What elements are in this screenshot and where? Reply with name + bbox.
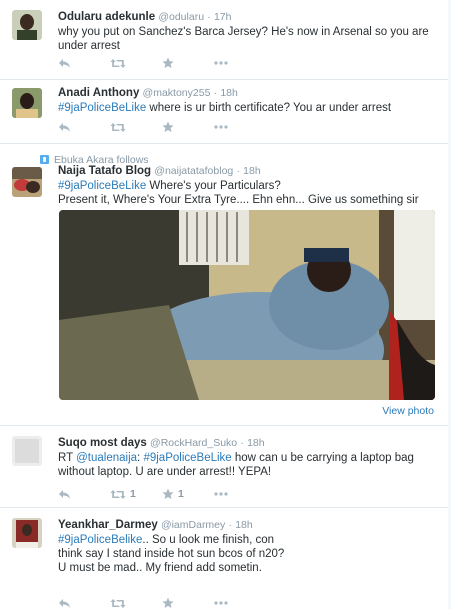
tweet-text: RT @tualenaija: #9jaPoliceBeLike how can… <box>58 451 438 479</box>
author-name[interactable]: Suqo most days <box>58 437 147 449</box>
separator: · <box>240 437 244 449</box>
reply-button[interactable] <box>58 120 110 134</box>
view-photo-link[interactable]: View photo <box>382 405 434 417</box>
more-icon <box>214 492 228 496</box>
favorite-button[interactable]: 1 <box>162 487 214 501</box>
separator: · <box>213 87 218 99</box>
author-handle[interactable]: @maktony255 <box>143 87 211 99</box>
favorite-icon <box>162 597 174 608</box>
avatar[interactable] <box>12 88 42 118</box>
retweet-count: 1 <box>130 488 136 500</box>
author-handle[interactable]: @RockHard_Suko <box>150 437 237 449</box>
tweet-body-line: Present it, Where's Your Extra Tyre.... … <box>58 194 419 206</box>
favorite-button[interactable] <box>162 120 214 134</box>
tweet-text: #9jaPoliceBeLike Where's your Particular… <box>58 179 438 207</box>
author-handle[interactable]: @iamDarmey <box>161 519 225 531</box>
tweet-text: #9jaPoliceBelike.. So u look me finish, … <box>58 533 293 575</box>
retweet-button[interactable] <box>110 56 162 70</box>
colon: : <box>137 452 141 464</box>
separator: · <box>236 165 240 177</box>
tweet-item[interactable]: Yeankhar_Darmey @iamDarmey · 18h #9jaPol… <box>0 508 448 609</box>
separator: · <box>207 11 211 23</box>
timestamp[interactable]: 18h <box>220 87 238 99</box>
retweet-icon <box>110 598 126 608</box>
timestamp[interactable]: 18h <box>235 519 253 531</box>
timestamp[interactable]: 18h <box>247 437 265 449</box>
tweet-item[interactable]: Suqo most days @RockHard_Suko · 18h RT @… <box>0 426 448 508</box>
hashtag-link[interactable]: #9jaPoliceBeLike <box>58 180 146 192</box>
tweet-item[interactable]: Anadi Anthony @maktony255 · 18h #9jaPoli… <box>0 80 448 144</box>
tweet-feed: Odularu adekunle @odularu · 17h why you … <box>0 0 448 609</box>
author-name[interactable]: Yeankhar_Darmey <box>58 519 158 531</box>
reply-button[interactable] <box>58 56 110 70</box>
author-name[interactable]: Odularu adekunle <box>58 11 155 23</box>
tweet-body: why you put on Sanchez's Barca Jersey? H… <box>58 26 429 52</box>
timestamp[interactable]: 18h <box>243 165 261 177</box>
more-icon <box>214 125 228 129</box>
photo-image <box>59 210 435 400</box>
tweet-actions: 1 1 <box>58 487 266 501</box>
tweet-actions <box>58 56 266 70</box>
separator: · <box>228 519 232 531</box>
more-button[interactable] <box>214 596 266 610</box>
favorite-button[interactable] <box>162 56 214 70</box>
tweet-actions <box>58 596 266 610</box>
author-name[interactable]: Anadi Anthony <box>58 87 139 99</box>
retweet-icon <box>110 58 126 68</box>
author-handle[interactable]: @odularu <box>158 11 204 23</box>
hashtag-link[interactable]: #9jaPoliceBeLike <box>58 102 146 114</box>
timestamp[interactable]: 17h <box>214 11 232 23</box>
mention-link[interactable]: @tualenaija <box>76 452 137 464</box>
tweet-photo[interactable] <box>59 210 435 400</box>
more-button[interactable] <box>214 56 266 70</box>
reply-icon <box>59 489 70 499</box>
favorite-button[interactable] <box>162 596 214 610</box>
tweet-item[interactable]: Odularu adekunle @odularu · 17h why you … <box>0 0 448 80</box>
more-button[interactable] <box>214 120 266 134</box>
tweet-body: where is ur birth certificate? You ar un… <box>146 102 392 114</box>
favorite-icon <box>162 121 174 132</box>
retweet-button[interactable]: 1 <box>110 487 162 501</box>
more-icon <box>214 601 228 605</box>
reply-icon <box>59 122 70 132</box>
favorite-icon <box>162 488 174 499</box>
tweet-actions <box>58 120 266 134</box>
favorite-count: 1 <box>178 488 184 500</box>
avatar[interactable] <box>12 518 42 548</box>
avatar[interactable] <box>12 167 42 197</box>
retweet-icon <box>110 489 126 499</box>
retweet-icon <box>110 122 126 132</box>
more-icon <box>214 61 228 65</box>
tweet-text: why you put on Sanchez's Barca Jersey? H… <box>58 25 438 53</box>
hashtag-link[interactable]: #9jaPoliceBeLike <box>143 452 231 464</box>
reply-icon <box>59 58 70 68</box>
avatar[interactable] <box>12 436 42 466</box>
tweet-body: Where's your Particulars? <box>146 180 281 192</box>
hashtag-link[interactable]: #9jaPoliceBelike <box>58 534 142 546</box>
author-name[interactable]: Naija Tatafo Blog <box>58 165 151 177</box>
reply-icon <box>59 598 70 608</box>
tweet-text: #9jaPoliceBeLike where is ur birth certi… <box>58 101 438 115</box>
reply-button[interactable] <box>58 487 110 501</box>
author-handle[interactable]: @naijatatafoblog <box>154 165 233 177</box>
retweet-button[interactable] <box>110 596 162 610</box>
retweet-button[interactable] <box>110 120 162 134</box>
reply-button[interactable] <box>58 596 110 610</box>
retweet-prefix: RT <box>58 452 73 464</box>
favorite-icon <box>162 57 174 68</box>
follows-icon <box>40 155 49 164</box>
more-button[interactable] <box>214 487 266 501</box>
avatar[interactable] <box>12 10 42 40</box>
